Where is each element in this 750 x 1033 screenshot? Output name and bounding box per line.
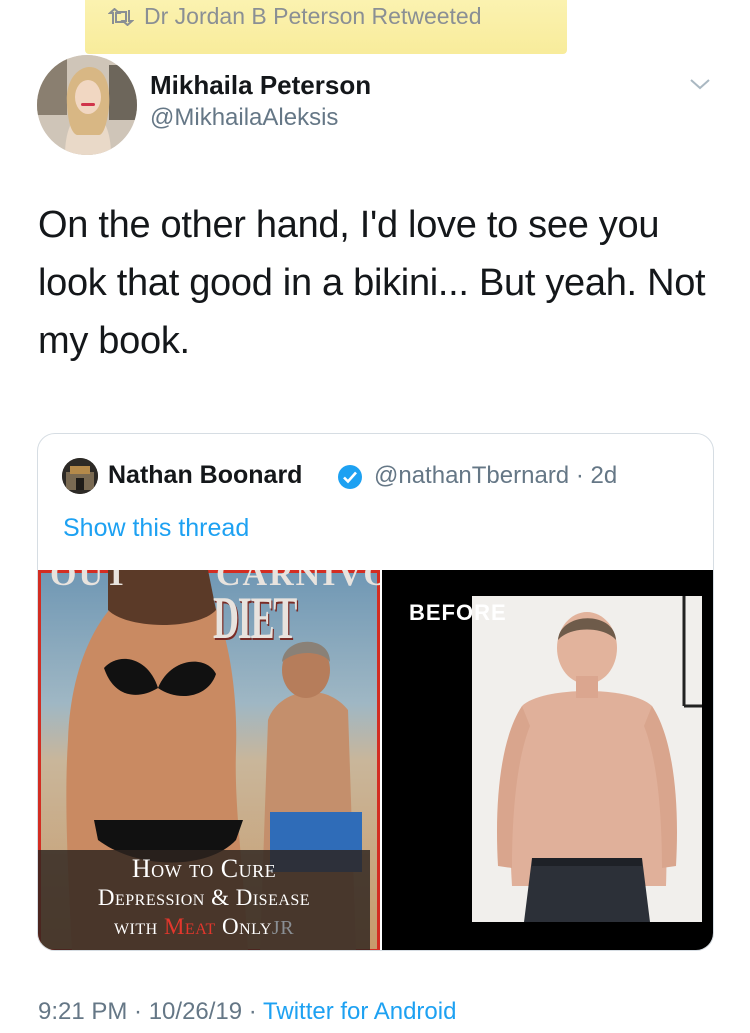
author-avatar[interactable] [37, 55, 137, 155]
cover-top-text-left: OUT [50, 570, 130, 593]
retweet-label: Dr Jordan B Peterson Retweeted [144, 3, 482, 29]
tweet-text: On the other hand, I'd love to see you l… [38, 204, 706, 362]
tweet-timestamp[interactable]: 9:21 PM · 10/26/19 · [38, 998, 263, 1025]
verified-icon [337, 464, 363, 495]
quoted-tweet-card[interactable]: Nathan Boonard @nathanTbernard · 2d Show… [37, 433, 714, 951]
tweet-source-link[interactable]: Twitter for Android [263, 998, 456, 1025]
media-before-photo[interactable]: BEFORE [382, 570, 713, 950]
quote-author-avatar[interactable] [62, 458, 98, 494]
before-photo-panel [472, 596, 702, 922]
before-label: BEFORE [409, 600, 507, 625]
media-book-cover[interactable]: OUT CARNIVORE DIET How to Cure Depressio… [38, 570, 380, 950]
caption-only: Only [215, 914, 272, 939]
retweet-icon [108, 7, 134, 26]
cover-title-word: DIET [213, 585, 297, 651]
caption-with: with [113, 914, 164, 939]
cover-caption: How to Cure Depression & Disease with Me… [38, 850, 370, 950]
author-handle[interactable]: @MikhailaAleksis [150, 104, 338, 132]
show-thread-link[interactable]: Show this thread [63, 514, 249, 543]
caption-meat: Meat [163, 914, 216, 939]
caption-mark: JR [271, 917, 295, 939]
tweet-meta: 9:21 PM · 10/26/19 · Twitter for Android [38, 998, 456, 1026]
quote-handle-time[interactable]: @nathanTbernard · 2d [374, 462, 617, 490]
retweet-context[interactable]: Dr Jordan B Peterson Retweeted [108, 3, 482, 30]
caption-line-1: How to Cure [131, 854, 277, 883]
caption-line-3: with Meat OnlyJR [38, 912, 370, 943]
quote-author-name[interactable]: Nathan Boonard [108, 461, 302, 490]
caption-line-2: Depression & Disease [97, 885, 311, 910]
chevron-down-icon[interactable] [688, 76, 712, 97]
author-name[interactable]: Mikhaila Peterson [150, 70, 371, 101]
